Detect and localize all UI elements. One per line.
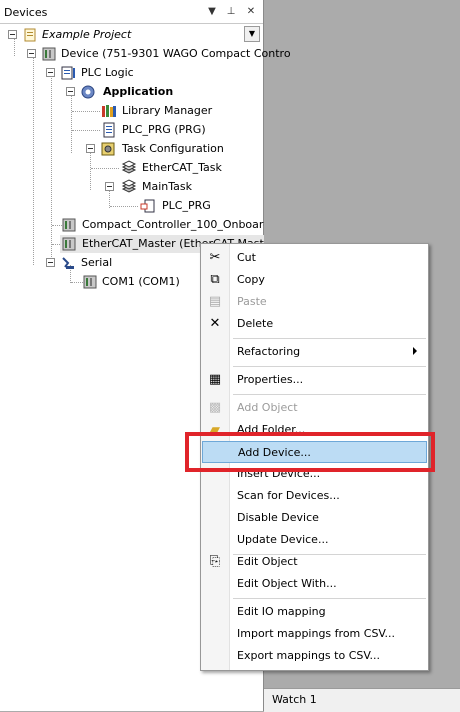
collapse-toggle[interactable] [8, 30, 17, 39]
io-module-icon [62, 218, 76, 232]
gear-icon [81, 85, 95, 99]
tree-item-main-task[interactable]: MainTask [0, 178, 230, 196]
menu-label: Disable Device [237, 511, 319, 524]
edit-object-icon: ⎘ [209, 554, 221, 569]
submenu-arrow-icon [413, 347, 417, 355]
plc-logic-icon [61, 66, 75, 80]
collapse-toggle[interactable] [105, 182, 114, 191]
tree-item-ethercat-task[interactable]: EtherCAT_Task [0, 159, 230, 177]
menu-label: Import mappings from CSV... [237, 627, 396, 640]
tree-item-library-manager[interactable]: Library Manager [0, 102, 220, 120]
menu-separator [233, 338, 426, 339]
task-config-icon [101, 142, 115, 156]
collapse-toggle[interactable] [27, 49, 36, 58]
menu-label: Export mappings to CSV... [237, 649, 380, 662]
menu-item-copy[interactable]: ⧉ Copy [202, 269, 427, 291]
plc-device-icon [42, 47, 56, 61]
tree-item-plc-prg[interactable]: PLC_PRG (PRG) [0, 121, 220, 139]
menu-item-refactoring[interactable]: Refactoring [202, 341, 427, 363]
menu-label: Edit Object With... [237, 577, 337, 590]
tree-label: Device (751-9301 WAGO Compact Contro [61, 47, 291, 60]
menu-item-delete[interactable]: ✕ Delete [202, 313, 427, 335]
menu-label: Properties... [237, 373, 304, 386]
tree-item-compact-controller[interactable]: Compact_Controller_100_Onboard_IO [0, 216, 264, 234]
callout-highlight-box [185, 432, 435, 472]
menu-label: Refactoring [237, 345, 301, 358]
ethercat-master-icon [62, 237, 76, 251]
menu-label: Paste [237, 295, 267, 308]
menu-label: Update Device... [237, 533, 329, 546]
collapse-toggle[interactable] [66, 87, 75, 96]
menu-item-cut[interactable]: ✂ Cut [202, 247, 427, 269]
paste-icon: ▤ [208, 294, 222, 309]
task-icon [121, 160, 137, 174]
serial-icon [62, 257, 74, 269]
tree-label: COM1 (COM1) [102, 275, 180, 288]
menu-label: Scan for Devices... [237, 489, 340, 502]
menu-label: Add Object [237, 401, 298, 414]
program-icon [103, 122, 115, 138]
close-icon[interactable]: ✕ [244, 5, 258, 19]
tree-label: PLC_PRG [162, 199, 211, 212]
tree-item-com1[interactable]: COM1 (COM1) [0, 273, 200, 291]
tree-label: EtherCAT_Task [142, 161, 222, 174]
panel-title: Devices [4, 6, 48, 19]
copy-icon: ⧉ [210, 272, 220, 287]
watch-panel: Watch 1 [264, 688, 460, 712]
menu-item-scan-devices[interactable]: Scan for Devices... [202, 485, 427, 507]
menu-label: Cut [237, 251, 256, 264]
menu-item-paste[interactable]: ▤ Paste [202, 291, 427, 313]
tree-item-project[interactable]: Example Project [0, 26, 240, 44]
tree-label: Serial [81, 256, 113, 269]
menu-item-properties[interactable]: ▦ Properties... [202, 369, 427, 391]
tree-item-plc-logic[interactable]: PLC Logic [0, 64, 200, 82]
tree-label: PLC_PRG (PRG) [122, 123, 206, 136]
menu-item-add-object[interactable]: ▩ Add Object [202, 397, 427, 419]
com-port-icon [83, 275, 97, 289]
library-icon [102, 105, 116, 117]
menu-label: Delete [237, 317, 274, 330]
menu-item-update-device[interactable]: Update Device... [202, 529, 427, 551]
menu-item-edit-object-with[interactable]: Edit Object With... [202, 573, 427, 595]
tab-watch-1[interactable]: Watch 1 [272, 693, 317, 706]
task-icon [121, 179, 137, 193]
menu-item-edit-io-mapping[interactable]: Edit IO mapping [202, 601, 427, 623]
collapse-toggle[interactable] [46, 68, 55, 77]
program-call-icon [140, 199, 155, 213]
delete-icon: ✕ [209, 316, 221, 331]
tree-item-serial[interactable]: Serial [0, 254, 200, 272]
tree-label: Library Manager [122, 104, 213, 117]
menu-item-import-csv[interactable]: Import mappings from CSV... [202, 623, 427, 645]
menu-item-edit-object[interactable]: ⎘ Edit Object [202, 551, 427, 573]
collapse-toggle[interactable] [86, 144, 95, 153]
tree-label: Task Configuration [122, 142, 224, 155]
pin-icon[interactable]: ⊥ [224, 5, 238, 19]
panel-menu-icon[interactable]: ▼ [205, 5, 219, 19]
menu-separator [233, 366, 426, 367]
menu-item-disable-device[interactable]: Disable Device [202, 507, 427, 529]
collapse-toggle[interactable] [46, 258, 55, 267]
tree-label: Compact_Controller_100_Onboard_IO [82, 218, 264, 231]
tree-label: MainTask [142, 180, 192, 193]
menu-label: Edit Object [237, 555, 298, 568]
tree-item-task-configuration[interactable]: Task Configuration [0, 140, 230, 158]
tree-item-application[interactable]: Application [0, 83, 200, 101]
menu-separator [233, 394, 426, 395]
panel-header: Devices ▼ ⊥ ✕ [0, 0, 263, 24]
project-icon [24, 28, 36, 42]
tree-label: Example Project [42, 28, 132, 41]
tree-dropdown-button[interactable]: ▼ [244, 26, 260, 42]
tree-label: Application [103, 85, 174, 98]
scissors-icon: ✂ [209, 250, 221, 265]
menu-separator [233, 598, 426, 599]
tree-item-plc-prg-call[interactable]: PLC_PRG [0, 197, 230, 215]
tree-label: PLC Logic [81, 66, 134, 79]
add-object-icon: ▩ [208, 400, 222, 415]
tree-item-device[interactable]: Device (751-9301 WAGO Compact Contro [0, 45, 291, 63]
menu-item-export-csv[interactable]: Export mappings to CSV... [202, 645, 427, 667]
properties-icon: ▦ [208, 372, 222, 387]
menu-label: Copy [237, 273, 265, 286]
menu-label: Edit IO mapping [237, 605, 326, 618]
